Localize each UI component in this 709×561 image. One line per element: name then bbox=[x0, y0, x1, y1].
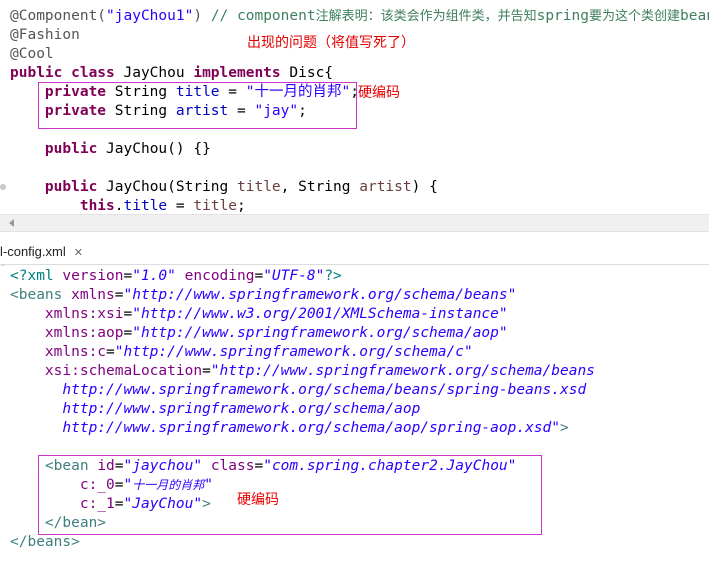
tab-label: l-config.xml bbox=[0, 244, 66, 259]
code-token: version bbox=[62, 268, 124, 284]
code-token: = bbox=[167, 198, 194, 214]
code-token: ; bbox=[237, 198, 246, 214]
java-code-line: @Fashion bbox=[10, 26, 80, 45]
code-token: = bbox=[202, 363, 211, 379]
xml-code-line: xsi:schemaLocation="http://www.springfra… bbox=[10, 362, 595, 381]
code-token: public bbox=[44, 179, 98, 195]
java-code-line: @Cool bbox=[10, 45, 54, 64]
code-token: bean. bbox=[680, 8, 709, 24]
code-token: "UTF-8" bbox=[263, 268, 325, 284]
code-token: @Cool bbox=[10, 46, 54, 62]
code-token: xmlns:aop bbox=[44, 325, 124, 341]
bean-definition-highlight-box bbox=[38, 455, 542, 535]
code-token: xmlns bbox=[71, 287, 115, 303]
code-token: public bbox=[44, 141, 98, 157]
xml-code-line: xmlns:c="http://www.springframework.org/… bbox=[10, 343, 473, 362]
code-token: = bbox=[123, 325, 133, 341]
code-token: title bbox=[123, 198, 168, 214]
code-token: ?> bbox=[324, 268, 342, 284]
java-code-line: @Component("jayChou1") // component注解表明：… bbox=[10, 7, 709, 26]
java-code-line: public class JayChou implements Disc{ bbox=[10, 64, 333, 83]
fold-marker-icon[interactable] bbox=[0, 184, 6, 190]
code-token: = bbox=[123, 306, 133, 322]
code-token: = bbox=[106, 344, 115, 360]
code-token: title bbox=[237, 179, 281, 195]
code-token: http://www.springframework.org/schema/ao… bbox=[62, 420, 560, 436]
code-token: 注解表明：该类会作为组件类，并告知 bbox=[315, 9, 537, 24]
code-token: implements bbox=[193, 65, 281, 81]
code-token: http://www.springframework.org/schema/be… bbox=[62, 382, 587, 398]
code-token: ) bbox=[193, 8, 203, 24]
editor-tab-bar: l-config.xml ✕ bbox=[0, 238, 709, 264]
code-token: encoding bbox=[184, 268, 255, 284]
code-token: JayChou(String bbox=[97, 179, 237, 195]
hardcode-annotation-java: 硬编码 bbox=[358, 85, 400, 101]
code-token: spring bbox=[536, 8, 589, 24]
hardcode-annotation-xml: 硬编码 bbox=[237, 492, 279, 508]
code-token: > bbox=[560, 420, 569, 436]
code-token: JayChou() {} bbox=[97, 141, 211, 157]
code-token: = bbox=[254, 268, 264, 284]
code-token: JayChou bbox=[114, 65, 194, 81]
hardcoded-fields-highlight-box bbox=[38, 82, 357, 129]
horizontal-scrollbar[interactable] bbox=[0, 214, 709, 232]
code-token: "http://www.springframework.org/schema/c… bbox=[114, 344, 473, 360]
xml-code-line: http://www.springframework.org/schema/ao… bbox=[10, 400, 420, 419]
xml-code-line: xmlns:aop="http://www.springframework.or… bbox=[10, 324, 508, 343]
code-token: "jayChou1" bbox=[106, 8, 194, 24]
scroll-left-arrow-icon[interactable] bbox=[9, 219, 14, 227]
code-token: @Component( bbox=[10, 8, 107, 24]
code-token: artist bbox=[359, 179, 412, 195]
code-token: = bbox=[123, 268, 133, 284]
code-token: "1.0" bbox=[132, 268, 176, 284]
xml-code-line: http://www.springframework.org/schema/ao… bbox=[10, 419, 569, 438]
code-token: title bbox=[193, 198, 238, 214]
code-token: this bbox=[79, 198, 115, 214]
tab-config-xml[interactable]: l-config.xml ✕ bbox=[0, 240, 91, 264]
java-code-line: public JayChou(String title, String arti… bbox=[10, 178, 438, 197]
code-token: "http://www.springframework.org/schema/a… bbox=[132, 325, 508, 341]
code-token: @Fashion bbox=[10, 27, 80, 43]
problem-annotation: 出现的问题（将值写死了） bbox=[247, 35, 415, 51]
code-token: <beans bbox=[10, 287, 72, 303]
code-token: http://www.springframework.org/schema/ao… bbox=[62, 401, 421, 417]
code-token: // component bbox=[210, 8, 316, 24]
code-token: public class bbox=[10, 65, 115, 81]
code-token: 要为这个类创建 bbox=[588, 9, 680, 24]
code-token: "http://www.springframework.org/schema/b… bbox=[210, 363, 595, 379]
code-token: , String bbox=[280, 179, 360, 195]
code-token: xmlns:c bbox=[44, 344, 107, 360]
code-token: = bbox=[114, 287, 124, 303]
xml-code-line: http://www.springframework.org/schema/be… bbox=[10, 381, 586, 400]
xml-code-line: xmlns:xsi="http://www.w3.org/2001/XMLSch… bbox=[10, 305, 508, 324]
close-icon[interactable]: ✕ bbox=[74, 241, 83, 265]
code-token: "http://www.w3.org/2001/XMLSchema-instan… bbox=[132, 306, 508, 322]
xml-code-line: <?xml version="1.0" encoding="UTF-8"?> bbox=[10, 267, 342, 286]
java-code-line: public JayChou() {} bbox=[10, 140, 211, 159]
code-token: xsi:schemaLocation bbox=[44, 363, 203, 379]
code-token: <?xml bbox=[10, 268, 63, 284]
code-token: xmlns:xsi bbox=[44, 306, 124, 322]
code-token: . bbox=[114, 198, 124, 214]
tab-divider bbox=[0, 264, 709, 265]
code-token: </beans> bbox=[10, 534, 80, 550]
xml-code-line: <beans xmlns="http://www.springframework… bbox=[10, 286, 516, 305]
code-token: Disc{ bbox=[280, 65, 334, 81]
code-token: ) { bbox=[411, 179, 438, 195]
xml-code-line: </beans> bbox=[10, 533, 80, 552]
code-token: "http://www.springframework.org/schema/b… bbox=[123, 287, 517, 303]
